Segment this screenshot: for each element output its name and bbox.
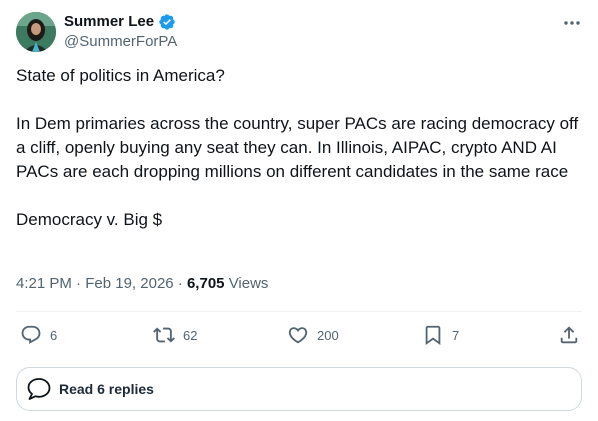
bookmark-button[interactable]: 7: [422, 324, 459, 346]
display-name-row[interactable]: Summer Lee: [64, 12, 177, 32]
handle[interactable]: @SummerForPA: [64, 32, 177, 52]
share-icon: [560, 326, 578, 344]
divider: [16, 311, 582, 312]
repost-icon: [153, 327, 175, 343]
share-button[interactable]: [558, 324, 580, 346]
tweet-paragraph: State of politics in America?: [16, 66, 225, 85]
like-count: 200: [317, 327, 339, 343]
like-button[interactable]: 200: [287, 324, 339, 346]
meta-separator: ·: [76, 275, 82, 292]
read-replies-button[interactable]: Read 6 replies: [16, 367, 582, 411]
meta-separator: ·: [177, 275, 183, 292]
verified-badge-icon: [159, 14, 175, 30]
views-label: Views: [228, 275, 269, 292]
views-count: 6,705: [186, 275, 225, 292]
tweet-paragraph: Democracy v. Big $: [16, 210, 163, 229]
avatar-image: [16, 12, 56, 52]
heart-icon: [288, 327, 308, 344]
bookmark-icon: [425, 325, 441, 346]
read-replies-label: Read 6 replies: [59, 381, 154, 397]
reply-icon: [21, 325, 41, 344]
bookmark-count: 7: [452, 327, 460, 343]
tweet-date[interactable]: Feb 19, 2026: [85, 275, 173, 292]
tweet-header: Summer Lee @SummerForPA: [16, 12, 582, 52]
tweet-paragraph: In Dem primaries across the country, sup…: [16, 114, 579, 181]
reply-button[interactable]: 6: [20, 324, 57, 346]
speech-bubble-icon: [27, 378, 51, 400]
repost-button[interactable]: 62: [153, 324, 197, 346]
action-bar: 6 62 200 7: [16, 324, 582, 348]
repost-count: 62: [183, 327, 198, 343]
reply-count: 6: [50, 327, 58, 343]
avatar[interactable]: [16, 12, 56, 52]
tweet-time[interactable]: 4:21 PM: [16, 275, 72, 292]
display-name[interactable]: Summer Lee: [64, 12, 154, 32]
more-options-icon[interactable]: [562, 16, 582, 30]
tweet-meta: 4:21 PM · Feb 19, 2026 · 6,705 Views: [16, 274, 268, 294]
tweet-text: State of politics in America? In Dem pri…: [16, 64, 582, 232]
